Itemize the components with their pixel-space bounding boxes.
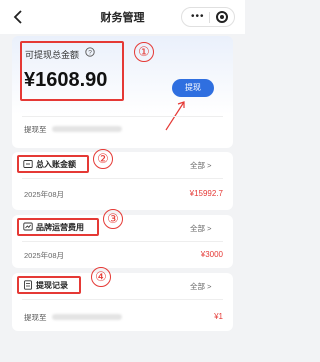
document-icon <box>24 280 32 290</box>
annotation-circle-2: ② <box>93 149 113 169</box>
svg-text:?: ? <box>88 49 92 56</box>
total-account-card[interactable]: 总入账金额 ② 全部 > 2025年08月 ¥15992.7 <box>12 149 233 210</box>
wallet-icon <box>23 160 33 168</box>
masked-account <box>52 314 122 320</box>
balance-card: 可提现总金额 ? ¥1608.90 ① 提现 提现至 <box>12 36 233 148</box>
annotation-circle-4: ④ <box>91 267 111 287</box>
card-divider <box>22 116 223 117</box>
brand-fee-amount: ¥3000 <box>200 250 223 259</box>
annotation-circle-1: ① <box>134 42 154 62</box>
brand-fee-date: 2025年08月 <box>24 251 65 260</box>
balance-amount: ¥1608.90 <box>24 69 108 91</box>
mini-program-capsule[interactable]: ••• <box>181 7 235 27</box>
withdraw-record-row-label: 提现至 <box>24 313 47 322</box>
withdraw-record-card[interactable]: 提现记录 ④ 全部 > 提现至 ¥1 <box>12 267 233 331</box>
masked-account <box>52 126 122 132</box>
card-divider <box>22 299 223 300</box>
withdraw-record-all-link[interactable]: 全部 > <box>190 281 211 292</box>
total-account-all-link[interactable]: 全部 > <box>190 160 211 171</box>
total-account-date: 2025年08月 <box>24 190 65 199</box>
more-icon[interactable]: ••• <box>191 11 205 23</box>
card-divider <box>22 241 223 242</box>
withdraw-button[interactable]: 提现 <box>172 79 214 97</box>
close-target-icon[interactable] <box>216 11 228 23</box>
total-account-amount: ¥15992.7 <box>189 189 223 198</box>
total-account-title: 总入账金额 <box>36 160 76 169</box>
withdraw-to-label: 提现至 <box>24 125 47 134</box>
brand-fee-all-link[interactable]: 全部 > <box>190 223 211 234</box>
question-circle-icon[interactable]: ? <box>85 47 95 57</box>
withdraw-record-amount: ¥1 <box>214 312 223 321</box>
chart-icon <box>23 222 33 231</box>
annotation-circle-3: ③ <box>103 209 123 229</box>
balance-label: 可提现总金额 <box>25 50 80 60</box>
nav-bar: 财务管理 ••• <box>0 0 245 34</box>
withdraw-record-title: 提现记录 <box>36 281 68 290</box>
capsule-divider <box>209 12 210 23</box>
annotation-arrow <box>165 101 185 131</box>
card-divider <box>22 178 223 179</box>
brand-fee-title: 品牌运营费用 <box>36 223 84 232</box>
brand-fee-card[interactable]: 品牌运营费用 ③ 全部 > 2025年08月 ¥3000 <box>12 209 233 268</box>
